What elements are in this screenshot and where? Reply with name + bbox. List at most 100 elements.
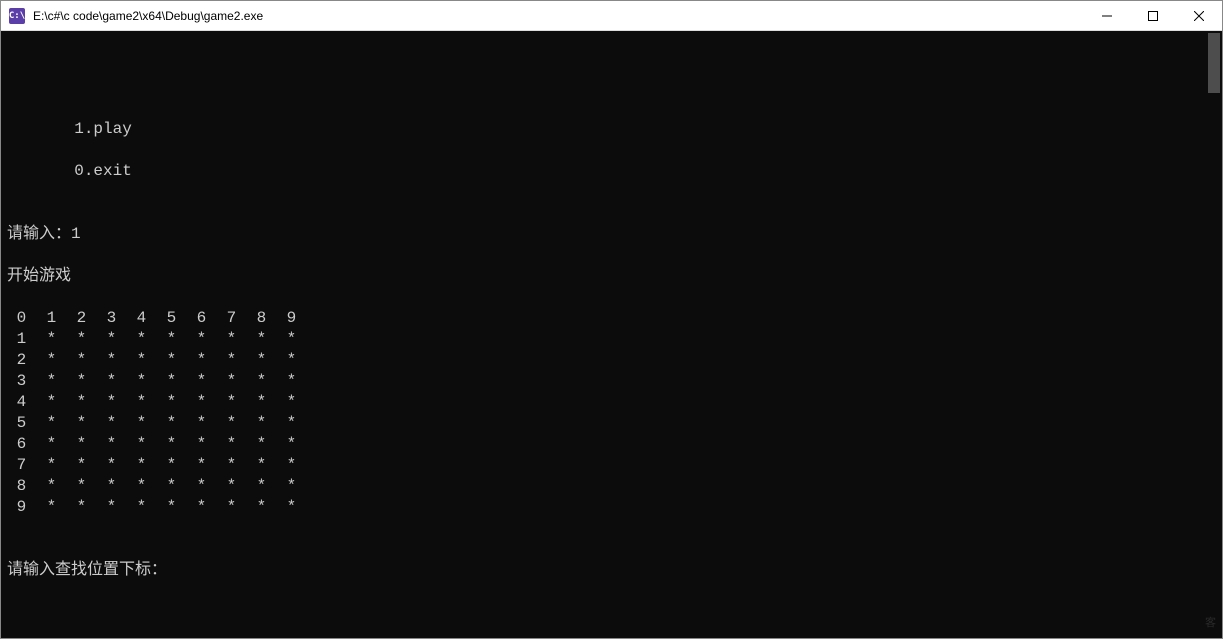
grid-cell: * [247,455,277,476]
maximize-icon [1148,11,1158,21]
vertical-scrollbar[interactable] [1206,31,1222,638]
grid-cell: * [37,455,67,476]
grid-cell: * [157,413,187,434]
grid-cell: * [247,434,277,455]
grid-row: 9 * * * * * * * * * [7,497,307,518]
close-icon [1194,11,1204,21]
menu-option-play: 1.play [7,119,1216,140]
grid-cell: * [187,392,217,413]
grid-cell: * [187,371,217,392]
start-game-line: 开始游戏 [7,266,1216,287]
grid-row-label: 9 [7,497,37,518]
close-button[interactable] [1176,1,1222,30]
grid-cell: * [97,392,127,413]
grid-row: 7 * * * * * * * * * [7,455,307,476]
minimize-button[interactable] [1084,1,1130,30]
grid-cell: * [277,371,307,392]
minimize-icon [1102,11,1112,21]
maximize-button[interactable] [1130,1,1176,30]
grid-cell: * [37,329,67,350]
grid-cell: * [37,476,67,497]
grid-cell: * [247,371,277,392]
app-icon: C:\ [9,8,25,24]
grid-cell: * [277,413,307,434]
grid-header-cell: 9 [277,308,307,329]
grid-cell: * [37,371,67,392]
grid-row: 4 * * * * * * * * * [7,392,307,413]
grid-cell: * [97,350,127,371]
grid-cell: * [97,476,127,497]
grid-cell: * [67,434,97,455]
grid-cell: * [277,434,307,455]
grid-cell: * [127,329,157,350]
grid-cell: * [217,434,247,455]
grid-cell: * [37,497,67,518]
grid-cell: * [277,497,307,518]
grid-cell: * [217,350,247,371]
grid-cell: * [157,497,187,518]
watermark: 客 [1205,613,1216,634]
grid-header-row: 0 1 2 3 4 5 6 7 8 9 [7,308,307,329]
grid-row: 5 * * * * * * * * * [7,413,307,434]
grid-header-cell: 8 [247,308,277,329]
grid-cell: * [217,329,247,350]
grid-cell: * [97,329,127,350]
grid-cell: * [247,350,277,371]
grid-cell: * [247,476,277,497]
grid-cell: * [217,476,247,497]
menu-option-exit: 0.exit [7,161,1216,182]
grid-cell: * [97,434,127,455]
grid-header-cell: 7 [217,308,247,329]
grid-cell: * [247,392,277,413]
titlebar: C:\ E:\c#\c code\game2\x64\Debug\game2.e… [1,1,1222,31]
grid-cell: * [247,329,277,350]
titlebar-controls [1084,1,1222,30]
grid-cell: * [127,497,157,518]
game-grid: 0 1 2 3 4 5 6 7 8 9 1 * * * * * * * * * … [7,308,307,518]
grid-cell: * [277,350,307,371]
grid-cell: * [187,434,217,455]
input-prompt-line: 请输入：1 [7,224,1216,245]
grid-header-cell: 6 [187,308,217,329]
grid-cell: * [97,371,127,392]
grid-row-label: 4 [7,392,37,413]
grid-cell: * [127,455,157,476]
grid-cell: * [37,413,67,434]
grid-row: 3 * * * * * * * * * [7,371,307,392]
grid-cell: * [217,497,247,518]
grid-cell: * [277,476,307,497]
grid-header-cell: 4 [127,308,157,329]
grid-cell: * [37,392,67,413]
scrollbar-thumb[interactable] [1208,33,1220,93]
grid-cell: * [187,497,217,518]
grid-cell: * [187,455,217,476]
grid-cell: * [157,329,187,350]
grid-row: 2 * * * * * * * * * [7,350,307,371]
grid-cell: * [127,350,157,371]
grid-cell: * [67,497,97,518]
grid-cell: * [217,455,247,476]
grid-row-label: 6 [7,434,37,455]
grid-cell: * [97,413,127,434]
grid-cell: * [277,329,307,350]
grid-cell: * [247,497,277,518]
grid-cell: * [127,434,157,455]
grid-cell: * [97,497,127,518]
grid-cell: * [127,476,157,497]
grid-row: 8 * * * * * * * * * [7,476,307,497]
grid-cell: * [217,371,247,392]
console-output: 1.play 0.exit 请输入：1 开始游戏 0 1 2 3 4 5 6 7… [7,77,1216,623]
grid-cell: * [157,455,187,476]
grid-cell: * [97,455,127,476]
grid-cell: * [187,329,217,350]
app-window: C:\ E:\c#\c code\game2\x64\Debug\game2.e… [0,0,1223,639]
grid-cell: * [37,350,67,371]
grid-cell: * [67,329,97,350]
grid-cell: * [277,392,307,413]
grid-cell: * [157,371,187,392]
grid-cell: * [157,434,187,455]
grid-cell: * [157,350,187,371]
console-area[interactable]: 1.play 0.exit 请输入：1 开始游戏 0 1 2 3 4 5 6 7… [1,31,1222,638]
grid-cell: * [127,371,157,392]
grid-cell: * [217,413,247,434]
